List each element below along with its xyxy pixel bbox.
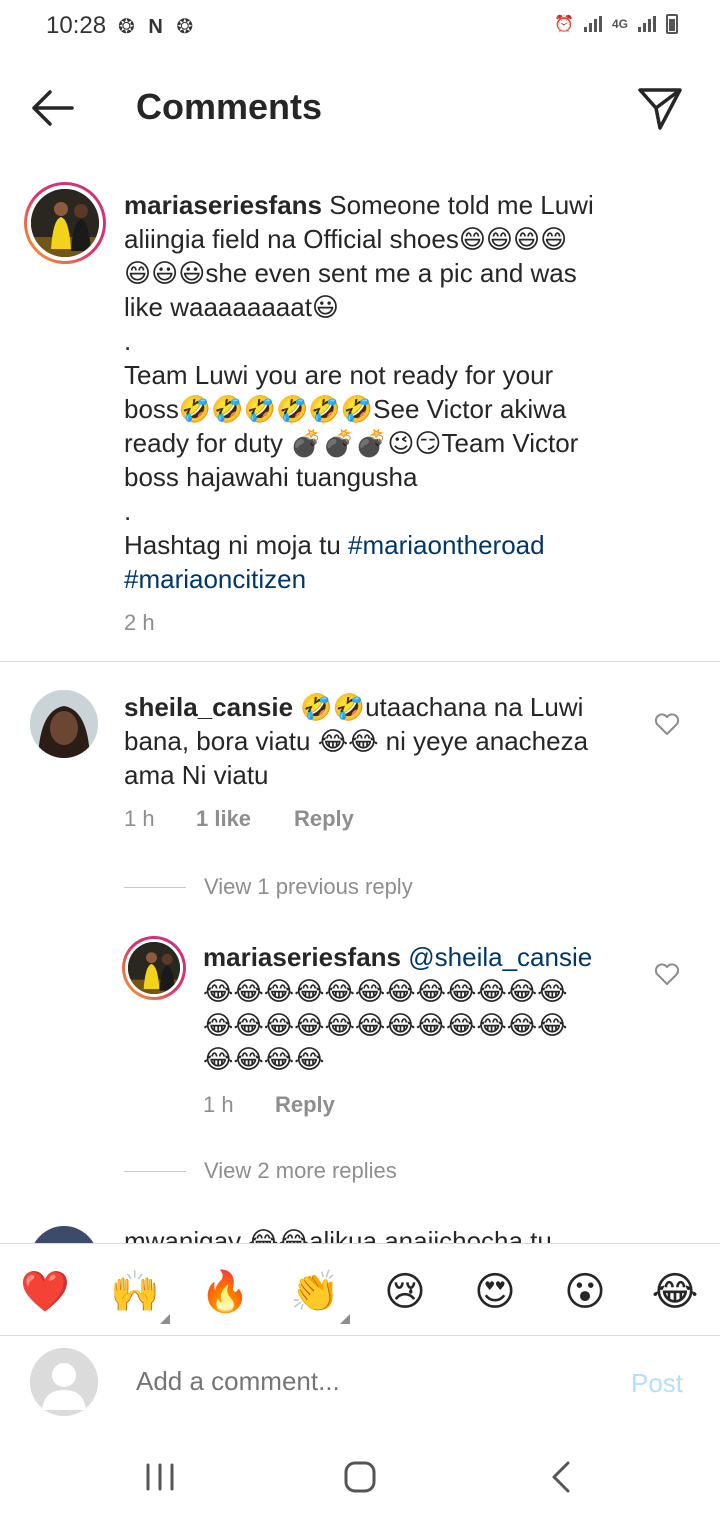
caption-line: Someone told me Luwi xyxy=(322,190,594,220)
comment-timestamp: 1 h xyxy=(124,806,155,831)
divider-line xyxy=(124,1170,186,1172)
post-author-avatar[interactable] xyxy=(24,182,106,264)
default-user-icon xyxy=(30,1348,98,1416)
comment-line: mwanigay 😂😂alikua anajichocha tu xyxy=(124,1226,552,1243)
caption-line: 😄😃😃she even sent me a pic and was xyxy=(124,258,577,288)
mention-link[interactable]: @sheila_cansie xyxy=(401,942,592,972)
comment-input-bar: Post xyxy=(0,1335,720,1435)
caption-line: aliingia field na Official shoes😄😄😄😄 xyxy=(124,224,568,254)
comment-line: bana, bora viatu 😂😂 ni yeye anacheza xyxy=(124,726,589,756)
post-author-username[interactable]: mariaseriesfans xyxy=(124,190,322,220)
own-avatar xyxy=(30,1348,98,1416)
clapping-hands-emoji-button[interactable]: 👏 xyxy=(287,1264,343,1320)
caption-line: . xyxy=(124,496,132,526)
network-type-label: 4G xyxy=(611,17,628,31)
post-button[interactable]: Post xyxy=(631,1368,683,1399)
reply-button[interactable]: Reply xyxy=(275,1092,335,1118)
comment-text: sheila_cansie 🤣🤣utaachana na Luwi bana, … xyxy=(124,690,644,792)
caption-line: . xyxy=(124,326,132,356)
view-previous-replies[interactable]: View 1 previous reply xyxy=(124,874,413,900)
caption-line: Hashtag ni moja tu xyxy=(124,530,349,560)
back-arrow-icon xyxy=(32,90,74,126)
alarm-icon: ⏰ xyxy=(554,16,574,33)
heart-eyes-emoji-button[interactable]: 😍 xyxy=(467,1264,523,1320)
view-more-replies[interactable]: View 2 more replies xyxy=(124,1158,397,1184)
surprised-face-emoji-button[interactable]: 😮 xyxy=(557,1264,613,1320)
notification-icons: ❂ N ❂ xyxy=(118,16,198,38)
recent-apps-icon[interactable] xyxy=(136,1455,184,1499)
system-nav-bar xyxy=(0,1435,720,1520)
divider xyxy=(0,661,720,662)
status-bar: 10:28 ❂ N ❂ ⏰ 4G xyxy=(0,0,720,56)
view-replies-label: View 1 previous reply xyxy=(204,874,413,899)
comment-text: mwanigay 😂😂alikua anajichocha tu xyxy=(124,1224,644,1243)
page-title: Comments xyxy=(136,86,323,127)
post-caption: mariaseriesfans Someone told me Luwi ali… xyxy=(124,188,684,596)
skin-tone-indicator-icon xyxy=(160,1314,170,1324)
crying-face-emoji-button[interactable]: 😢 xyxy=(377,1264,433,1320)
comment-line: 🤣🤣utaachana na Luwi xyxy=(293,692,584,722)
skin-tone-indicator-icon xyxy=(340,1314,350,1324)
signal-icon xyxy=(583,16,602,32)
heart-icon[interactable] xyxy=(653,710,681,738)
commenter-avatar[interactable] xyxy=(30,1226,98,1243)
raising-hands-emoji-button[interactable]: 🙌 xyxy=(107,1264,163,1320)
caption-line: like waaaaaaaat😃 xyxy=(124,292,340,322)
avatar-image xyxy=(128,942,180,994)
comments-list[interactable]: mariaseriesfans Someone told me Luwi ali… xyxy=(0,160,720,1243)
battery-icon xyxy=(666,14,678,34)
paper-plane-icon xyxy=(638,88,682,130)
comment-line: ama Ni viatu xyxy=(124,760,269,790)
header: Comments xyxy=(0,56,720,160)
commenter-avatar[interactable] xyxy=(30,690,98,758)
commenter-username[interactable]: sheila_cansie xyxy=(124,692,293,722)
comment-meta: 1 h 1 like Reply xyxy=(124,806,354,832)
reply-text: mariaseriesfans @sheila_cansie 😂😂😂😂😂😂😂😂😂… xyxy=(203,940,643,1076)
emoji-quick-bar: ❤️ 🙌 🔥 👏 😢 😍 😮 😂 xyxy=(0,1243,720,1335)
reply-button[interactable]: Reply xyxy=(294,806,354,832)
reply-line: 😂😂😂😂😂😂😂😂😂😂😂😂 xyxy=(203,1010,568,1040)
back-nav-icon[interactable] xyxy=(538,1455,586,1499)
reply-author-username[interactable]: mariaseriesfans xyxy=(203,942,401,972)
tears-of-joy-emoji-button[interactable]: 😂 xyxy=(647,1264,703,1320)
post-timestamp: 2 h xyxy=(124,610,155,635)
comment-like-count[interactable]: 1 like xyxy=(196,806,294,832)
status-time: 10:28 xyxy=(46,12,107,39)
reply-timestamp: 1 h xyxy=(203,1092,234,1117)
view-replies-label: View 2 more replies xyxy=(204,1158,397,1183)
reply-line: 😂😂😂😂 xyxy=(203,1044,325,1074)
hashtag-link[interactable]: #mariaontheroad xyxy=(348,530,545,560)
heart-icon[interactable] xyxy=(653,960,681,988)
hashtag-link[interactable]: #mariaoncitizen xyxy=(124,564,306,594)
caption-line: Team Luwi you are not ready for your xyxy=(124,360,554,390)
reply-meta: 1 h Reply xyxy=(203,1092,335,1118)
comment-input[interactable] xyxy=(136,1366,596,1397)
red-heart-emoji-button[interactable]: ❤️ xyxy=(17,1264,73,1320)
back-button[interactable] xyxy=(26,84,80,132)
signal-icon-2 xyxy=(638,16,656,32)
status-right-icons: ⏰ 4G xyxy=(554,14,678,34)
caption-line: boss🤣🤣🤣🤣🤣🤣See Victor akiwa xyxy=(124,394,567,424)
caption-line: ready for duty 💣💣💣😉😏Team Victor xyxy=(124,428,579,458)
reply-author-avatar[interactable] xyxy=(122,936,186,1000)
avatar-image xyxy=(31,189,99,257)
fire-emoji-button[interactable]: 🔥 xyxy=(197,1264,253,1320)
caption-line: boss hajawahi tuangusha xyxy=(124,462,418,492)
share-button[interactable] xyxy=(636,84,684,132)
home-icon[interactable] xyxy=(336,1455,384,1499)
reply-line: 😂😂😂😂😂😂😂😂😂😂😂😂 xyxy=(203,976,568,1006)
divider-line xyxy=(124,886,186,888)
